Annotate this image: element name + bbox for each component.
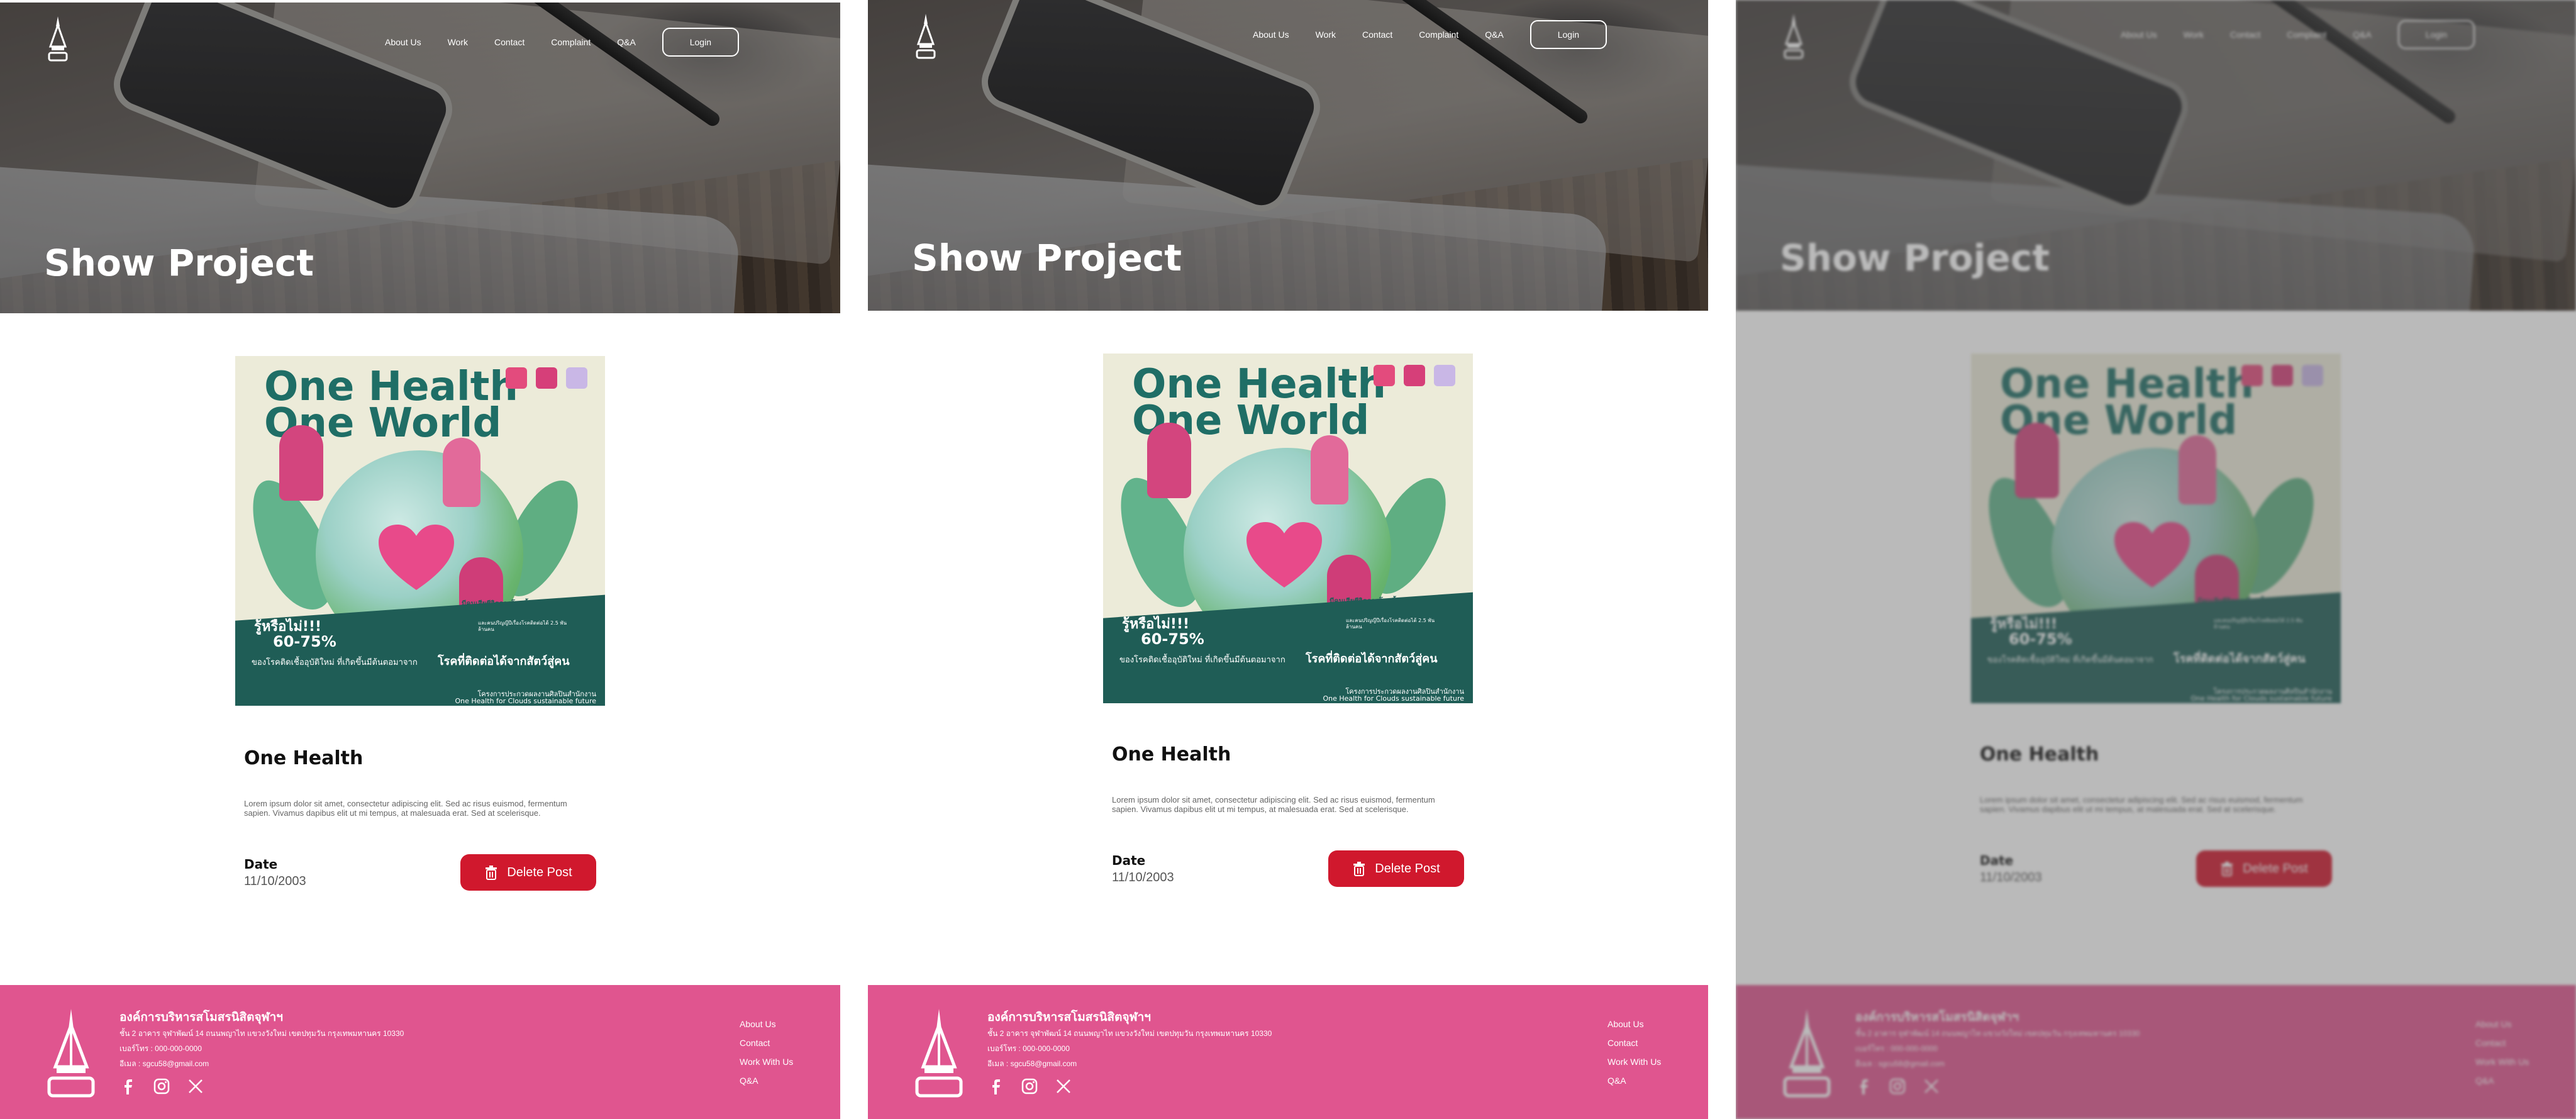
partner-logo-icon xyxy=(566,367,587,389)
facebook-icon[interactable] xyxy=(119,1078,136,1094)
nav-complaint[interactable]: Complaint xyxy=(1419,30,1458,40)
nav-work[interactable]: Work xyxy=(448,37,468,47)
site-footer: องค์การบริหารสโมสรนิสิตจุฬาฯ ชั้น 2 อาคา… xyxy=(0,985,840,1119)
social-links xyxy=(987,1078,1072,1094)
nav-about-us[interactable]: About Us xyxy=(385,37,421,47)
delete-post-button[interactable]: Delete Post xyxy=(460,854,596,891)
poster-logos xyxy=(506,367,587,389)
footer-links: About Us Contact Work With Us Q&A xyxy=(1607,1019,1661,1086)
nav-qa[interactable]: Q&A xyxy=(1485,30,1504,40)
stage: About Us Work Contact Complaint Q&A Logi… xyxy=(0,0,2576,1119)
logo-icon[interactable] xyxy=(44,14,72,64)
screen-2: About Us Work Contact Complaint Q&A Logi… xyxy=(868,0,1708,1119)
footer-org-name: องค์การบริหารสโมสรนิสิตจุฬาฯ xyxy=(119,1010,283,1024)
logo-icon[interactable] xyxy=(912,11,940,62)
footer-link-work-with-us[interactable]: Work With Us xyxy=(1607,1057,1661,1067)
delete-post-button[interactable]: Delete Post xyxy=(1328,850,1464,887)
footer-phone: เบอร์โทร : 000-000-0000 xyxy=(987,1044,1070,1053)
date-value: 11/10/2003 xyxy=(1112,871,1174,884)
delete-post-label: Delete Post xyxy=(507,865,572,879)
poster-logos xyxy=(1374,365,1455,386)
date-label: Date xyxy=(244,857,278,872)
main-nav: About Us Work Contact Complaint Q&A Logi… xyxy=(1253,20,1607,49)
date-value: 11/10/2003 xyxy=(244,874,306,888)
nav-contact[interactable]: Contact xyxy=(1362,30,1392,40)
footer-link-work-with-us[interactable]: Work With Us xyxy=(740,1057,793,1067)
footer-address: ชั้น 2 อาคาร จุฬาพัฒน์ 14 ถนนพญาไท แขวงว… xyxy=(987,1029,1272,1038)
login-button[interactable]: Login xyxy=(1530,20,1607,49)
post-title: One Health xyxy=(244,747,364,769)
delete-post-label: Delete Post xyxy=(1375,861,1440,876)
modal-backdrop[interactable] xyxy=(1736,0,2576,1119)
footer-link-about-us[interactable]: About Us xyxy=(1607,1019,1661,1029)
partner-logo-icon xyxy=(536,367,557,389)
footer-link-contact[interactable]: Contact xyxy=(740,1038,793,1048)
footer-logo-icon xyxy=(47,1009,95,1098)
screen-3-overlay-state: About Us Work Contact Complaint Q&A Logi… xyxy=(1736,0,2576,1119)
heart-icon xyxy=(379,525,454,590)
x-icon[interactable] xyxy=(187,1078,204,1094)
partner-logo-icon xyxy=(1374,365,1395,386)
footer-link-contact[interactable]: Contact xyxy=(1607,1038,1661,1048)
screen-1: About Us Work Contact Complaint Q&A Logi… xyxy=(0,0,840,1119)
instagram-icon[interactable] xyxy=(153,1078,170,1094)
post-image: One HealthOne World มีคนเสียชีวิตจากโรคน… xyxy=(235,356,605,706)
footer-link-qa[interactable]: Q&A xyxy=(740,1076,793,1086)
nav-work[interactable]: Work xyxy=(1316,30,1336,40)
post-image: One HealthOne World มีคนเสียชีวิตจากโรคน… xyxy=(1103,354,1473,703)
footer-link-qa[interactable]: Q&A xyxy=(1607,1076,1661,1086)
nav-about-us[interactable]: About Us xyxy=(1253,30,1289,40)
post-description: Lorem ipsum dolor sit amet, consectetur … xyxy=(1112,795,1435,814)
date-label: Date xyxy=(1112,853,1146,868)
nav-complaint[interactable]: Complaint xyxy=(551,37,591,47)
partner-logo-icon xyxy=(1434,365,1455,386)
footer-org-name: องค์การบริหารสโมสรนิสิตจุฬาฯ xyxy=(987,1010,1151,1024)
page-title: Show Project xyxy=(44,242,314,284)
footer-link-about-us[interactable]: About Us xyxy=(740,1019,793,1029)
trash-icon xyxy=(486,866,497,880)
post-title: One Health xyxy=(1112,743,1231,765)
login-button[interactable]: Login xyxy=(662,28,739,57)
site-footer: องค์การบริหารสโมสรนิสิตจุฬาฯ ชั้น 2 อาคา… xyxy=(868,985,1708,1119)
partner-logo-icon xyxy=(1404,365,1425,386)
nav-qa[interactable]: Q&A xyxy=(617,37,636,47)
partner-logo-icon xyxy=(506,367,527,389)
footer-address: ชั้น 2 อาคาร จุฬาพัฒน์ 14 ถนนพญาไท แขวงว… xyxy=(119,1029,404,1038)
hero-banner: About Us Work Contact Complaint Q&A Logi… xyxy=(0,3,840,313)
facebook-icon[interactable] xyxy=(987,1078,1004,1094)
footer-phone: เบอร์โทร : 000-000-0000 xyxy=(119,1044,202,1053)
footer-email: อีเมล : sgcu58@gmail.com xyxy=(987,1059,1077,1068)
hero-banner: About Us Work Contact Complaint Q&A Logi… xyxy=(868,0,1708,311)
footer-email: อีเมล : sgcu58@gmail.com xyxy=(119,1059,209,1068)
footer-links: About Us Contact Work With Us Q&A xyxy=(740,1019,793,1086)
main-nav: About Us Work Contact Complaint Q&A Logi… xyxy=(385,28,739,57)
instagram-icon[interactable] xyxy=(1021,1078,1038,1094)
page-title: Show Project xyxy=(912,237,1182,279)
x-icon[interactable] xyxy=(1055,1078,1072,1094)
footer-logo-icon xyxy=(915,1009,963,1098)
post-description: Lorem ipsum dolor sit amet, consectetur … xyxy=(244,799,567,818)
social-links xyxy=(119,1078,204,1094)
nav-contact[interactable]: Contact xyxy=(494,37,525,47)
heart-icon xyxy=(1246,522,1322,587)
trash-icon xyxy=(1353,862,1365,876)
